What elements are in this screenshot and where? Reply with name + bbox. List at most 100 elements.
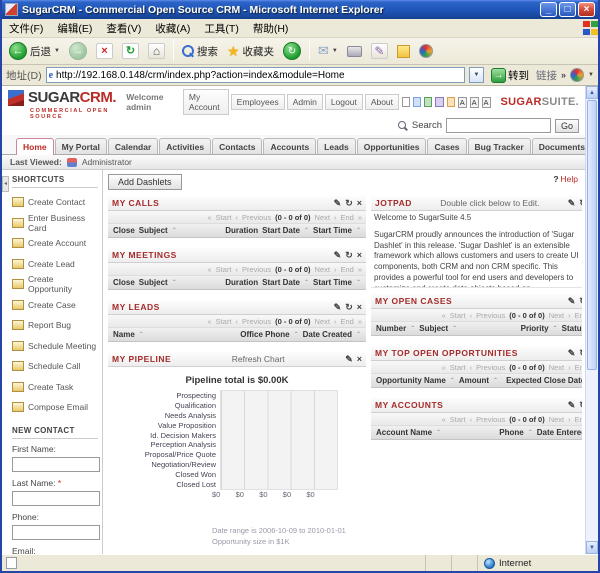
close-button[interactable]: × (578, 2, 595, 17)
site-search-input[interactable] (446, 118, 551, 133)
col-subject[interactable]: Subject (139, 278, 168, 287)
nav-my-account[interactable]: My Account (183, 89, 229, 115)
add-dashlets-button[interactable]: Add Dashlets (108, 174, 182, 190)
sidebar-collapse-handle[interactable]: ◂ (2, 176, 9, 192)
refresh-icon[interactable]: ↻ (345, 196, 353, 210)
nav-logout[interactable]: Logout (325, 94, 363, 110)
sidebar-item-create-contact[interactable]: Create Contact (12, 192, 98, 213)
history-button[interactable]: ↻ (280, 41, 304, 61)
menu-help[interactable]: 帮助(H) (246, 19, 296, 38)
col-office-phone[interactable]: Office Phone (240, 330, 289, 339)
address-dropdown-icon[interactable]: ▼ (469, 67, 484, 83)
links-label[interactable]: 链接 (536, 68, 557, 83)
scroll-down-icon[interactable]: ▼ (586, 541, 598, 554)
pagination-start[interactable]: Start (450, 311, 466, 320)
pagination-next[interactable]: Next (315, 317, 330, 326)
tab-activities[interactable]: Activities (159, 138, 211, 154)
col-number[interactable]: Number (376, 324, 406, 333)
search-button[interactable]: 搜索 (179, 43, 221, 60)
theme-swatch-purple[interactable] (435, 97, 443, 107)
col-expected-close-date[interactable]: Expected Close Date (506, 376, 582, 385)
col-date-created[interactable]: Date Created (303, 330, 352, 339)
col-close[interactable]: Close (113, 226, 135, 235)
pagination-start[interactable]: Start (216, 213, 232, 222)
pagination-previous[interactable]: Previous (242, 213, 271, 222)
col-close[interactable]: Close (113, 278, 135, 287)
back-button[interactable]: ← 后退 ▼ (6, 41, 63, 61)
col-account-name[interactable]: Account Name (376, 428, 432, 437)
edit-icon[interactable]: ✎ (568, 196, 576, 210)
stop-button[interactable]: × (93, 42, 116, 60)
addon-dropdown-icon[interactable]: ▼ (588, 72, 594, 78)
pagination-previous[interactable]: Previous (476, 363, 505, 372)
pagination-end[interactable]: End (575, 363, 582, 372)
mail-dropdown-icon[interactable]: ▼ (332, 48, 338, 54)
last-name-field[interactable] (12, 491, 100, 506)
pagination-end[interactable]: End (340, 265, 353, 274)
col-opportunity-name[interactable]: Opportunity Name (376, 376, 446, 385)
jotpad-text[interactable]: Welcome to SugarSuite 4.5 SugarCRM proud… (371, 211, 582, 287)
nav-admin[interactable]: Admin (287, 94, 323, 110)
theme-swatch-orange[interactable] (447, 97, 455, 107)
minimize-button[interactable]: _ (540, 2, 557, 17)
pagination-start[interactable]: Start (216, 317, 232, 326)
col-duration[interactable]: Duration (225, 226, 258, 235)
pagination-end[interactable]: End (575, 415, 582, 424)
edit-icon[interactable]: ✎ (334, 300, 342, 314)
col-subject[interactable]: Subject (419, 324, 448, 333)
menu-favorites[interactable]: 收藏(A) (148, 19, 197, 38)
refresh-icon[interactable]: ↻ (345, 300, 353, 314)
sidebar-item-schedule-meeting[interactable]: Schedule Meeting (12, 336, 98, 357)
pagination-start[interactable]: Start (450, 363, 466, 372)
theme-swatch-blue[interactable] (413, 97, 421, 107)
maximize-button[interactable]: □ (559, 2, 576, 17)
col-priority[interactable]: Priority (521, 324, 549, 333)
last-viewed-administrator-link[interactable]: Administrator (82, 157, 132, 167)
col-duration[interactable]: Duration (225, 278, 258, 287)
menu-edit[interactable]: 编辑(E) (50, 19, 99, 38)
tab-my-portal[interactable]: My Portal (55, 138, 107, 154)
pagination-next[interactable]: Next (549, 415, 564, 424)
close-icon[interactable]: × (357, 196, 362, 210)
sidebar-item-compose-email[interactable]: Compose Email (12, 397, 98, 418)
pagination-next[interactable]: Next (549, 311, 564, 320)
col-start-date[interactable]: Start Date (262, 278, 300, 287)
pagination-previous[interactable]: Previous (476, 311, 505, 320)
help-link[interactable]: ?Help (553, 174, 582, 184)
refresh-icon[interactable]: ↻ (579, 294, 582, 308)
tab-leads[interactable]: Leads (317, 138, 356, 154)
refresh-icon[interactable]: ↻ (345, 248, 353, 262)
nav-about[interactable]: About (365, 94, 399, 110)
theme-swatch-default[interactable] (402, 97, 410, 107)
col-date-entered[interactable]: Date Entered (537, 428, 582, 437)
sidebar-item-create-account[interactable]: Create Account (12, 233, 98, 254)
pagination-next[interactable]: Next (315, 213, 330, 222)
col-status[interactable]: Status (562, 324, 582, 333)
scroll-thumb[interactable] (587, 100, 597, 370)
edit-icon[interactable]: ✎ (568, 294, 576, 308)
col-start-time[interactable]: Start Time (313, 226, 352, 235)
tab-documents[interactable]: Documents (532, 138, 585, 154)
menu-file[interactable]: 文件(F) (2, 19, 50, 38)
site-search-go-button[interactable]: Go (555, 119, 579, 133)
font-size-small-button[interactable]: A (458, 97, 467, 108)
refresh-chart-link[interactable]: Refresh Chart (171, 354, 345, 364)
menu-view[interactable]: 查看(V) (99, 19, 148, 38)
close-icon[interactable]: × (357, 300, 362, 314)
edit-page-button[interactable]: ✎ (368, 42, 391, 60)
edit-icon[interactable]: ✎ (568, 398, 576, 412)
home-button[interactable]: ⌂ (145, 42, 168, 60)
edit-icon[interactable]: ✎ (345, 352, 353, 366)
pagination-next[interactable]: Next (315, 265, 330, 274)
col-phone[interactable]: Phone (499, 428, 523, 437)
col-subject[interactable]: Subject (139, 226, 168, 235)
print-button[interactable] (344, 45, 365, 58)
page-scrollbar[interactable]: ▲ ▼ (585, 86, 598, 554)
tab-contacts[interactable]: Contacts (212, 138, 262, 154)
tab-calendar[interactable]: Calendar (108, 138, 158, 154)
col-start-date[interactable]: Start Date (262, 226, 300, 235)
sidebar-item-report-bug[interactable]: Report Bug (12, 315, 98, 336)
col-name[interactable]: Name (113, 330, 135, 339)
sidebar-item-create-lead[interactable]: Create Lead (12, 254, 98, 275)
nav-employees[interactable]: Employees (231, 94, 285, 110)
